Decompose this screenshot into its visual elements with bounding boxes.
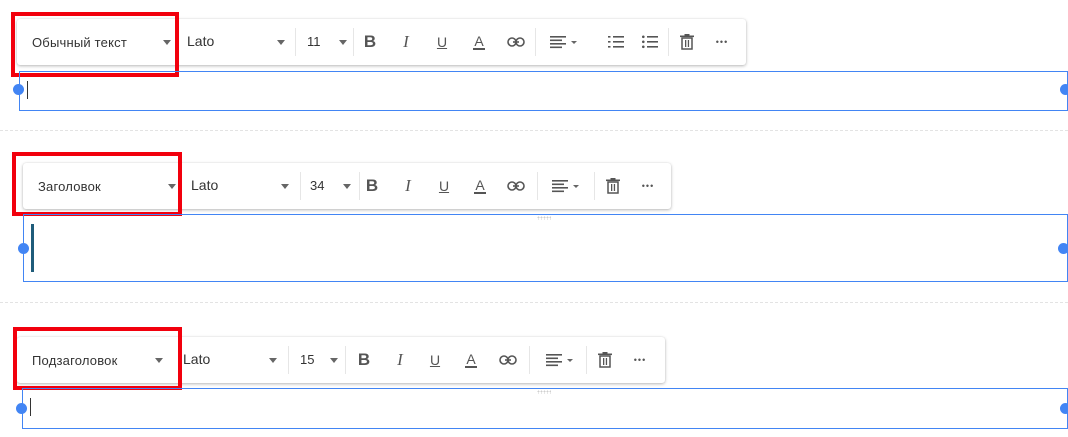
text-color-icon: A (465, 351, 477, 368)
underline-button[interactable]: U (430, 30, 454, 54)
resize-handle-left[interactable] (18, 243, 29, 254)
align-dropdown[interactable] (549, 174, 585, 198)
bold-button[interactable]: B (360, 174, 384, 198)
font-size-label: 11 (307, 34, 321, 49)
numbered-list-icon (608, 36, 624, 48)
bold-icon: B (365, 176, 379, 195)
resize-handle-right[interactable] (1058, 243, 1068, 254)
divider (345, 346, 346, 374)
divider (288, 346, 289, 374)
link-button[interactable] (504, 30, 528, 54)
link-icon (499, 355, 517, 365)
font-family-label: Lato (187, 33, 215, 49)
chevron-down-icon (281, 184, 289, 189)
font-family-label: Lato (191, 177, 219, 193)
bold-button[interactable]: B (358, 30, 382, 54)
align-dropdown[interactable] (547, 30, 583, 54)
italic-icon: I (397, 350, 403, 369)
divider (353, 28, 354, 56)
text-input-box-1[interactable] (19, 71, 1068, 111)
trash-icon (606, 178, 620, 194)
delete-button[interactable] (675, 30, 699, 54)
chevron-down-icon (330, 358, 338, 363)
italic-button[interactable]: I (388, 348, 412, 372)
chevron-down-icon (277, 40, 285, 45)
resize-handle-right[interactable] (1060, 84, 1068, 95)
text-cursor (27, 81, 28, 99)
trash-icon (598, 352, 612, 368)
text-color-button[interactable]: A (467, 30, 491, 54)
font-family-dropdown[interactable]: Lato (181, 163, 299, 209)
align-dropdown[interactable] (543, 348, 579, 372)
more-horizontal-icon: ••• (633, 355, 647, 365)
divider (529, 346, 530, 374)
divider (594, 172, 595, 200)
resize-handle-right[interactable] (1060, 403, 1068, 414)
text-color-icon: A (474, 177, 486, 194)
italic-icon: I (403, 32, 409, 51)
bulleted-list-icon (642, 35, 658, 49)
font-family-dropdown[interactable]: Lato (175, 337, 288, 383)
underline-button[interactable]: U (423, 348, 447, 372)
delete-button[interactable] (593, 348, 617, 372)
link-button[interactable] (496, 348, 520, 372)
numbered-list-button[interactable] (604, 30, 628, 54)
text-cursor (31, 224, 34, 272)
font-size-label: 34 (310, 178, 325, 193)
link-icon (507, 37, 525, 47)
divider (586, 346, 587, 374)
font-size-dropdown[interactable]: 34 (301, 163, 359, 209)
text-input-box-3[interactable] (22, 388, 1068, 429)
text-color-button[interactable]: A (459, 348, 483, 372)
italic-icon: I (405, 176, 411, 195)
font-family-dropdown[interactable]: Lato (177, 19, 295, 65)
underline-button[interactable]: U (432, 174, 456, 198)
more-horizontal-icon: ••• (641, 181, 655, 191)
divider (668, 28, 669, 56)
text-cursor (30, 398, 31, 416)
chevron-down-icon (343, 184, 351, 189)
italic-button[interactable]: I (394, 30, 418, 54)
divider (537, 172, 538, 200)
chevron-down-icon (269, 358, 277, 363)
text-input-box-2[interactable] (23, 214, 1068, 282)
link-button[interactable] (504, 174, 528, 198)
font-family-label: Lato (183, 351, 211, 367)
underline-icon: U (436, 34, 448, 50)
text-block-3: Подзаголовок Lato 15 B I U A ••• (0, 302, 1068, 437)
divider (295, 28, 296, 56)
italic-button[interactable]: I (396, 174, 420, 198)
style-dropdown-highlight (11, 12, 179, 77)
more-options-button[interactable]: ••• (710, 30, 734, 54)
font-size-label: 15 (300, 352, 315, 367)
more-horizontal-icon: ••• (715, 37, 729, 47)
bold-button[interactable]: B (352, 348, 376, 372)
resize-handle-left[interactable] (13, 84, 24, 95)
divider (535, 28, 536, 56)
text-color-icon: A (473, 33, 485, 50)
underline-icon: U (438, 178, 450, 194)
align-left-icon (550, 36, 577, 49)
trash-icon (680, 34, 694, 50)
text-color-button[interactable]: A (468, 174, 492, 198)
font-size-dropdown[interactable]: 11 (297, 19, 353, 65)
align-left-icon (552, 180, 579, 193)
delete-button[interactable] (601, 174, 625, 198)
text-block-2: Заголовок Lato 34 B I U A ••• (0, 130, 1068, 302)
more-options-button[interactable]: ••• (628, 348, 652, 372)
bold-icon: B (363, 32, 377, 51)
bold-icon: B (357, 350, 371, 369)
link-icon (507, 181, 525, 191)
underline-icon: U (429, 352, 441, 368)
style-dropdown-highlight (12, 152, 182, 216)
more-options-button[interactable]: ••• (636, 174, 660, 198)
resize-handle-left[interactable] (16, 403, 27, 414)
font-size-dropdown[interactable]: 15 (290, 337, 344, 383)
bulleted-list-button[interactable] (638, 30, 662, 54)
align-left-icon (546, 354, 573, 367)
style-dropdown-highlight (13, 327, 182, 390)
text-block-1: Обычный текст Lato 11 B I U A ••• (0, 0, 1068, 130)
chevron-down-icon (339, 40, 347, 45)
